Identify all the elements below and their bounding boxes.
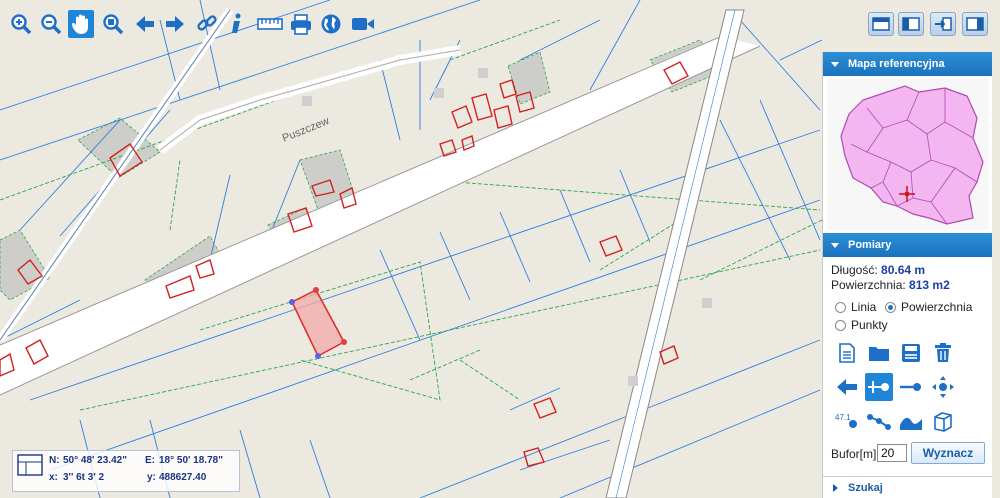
back-arrow-icon[interactable] — [132, 10, 158, 38]
zoom-in-icon[interactable] — [8, 10, 34, 38]
buffer-label: Bufor[m] — [831, 447, 877, 461]
cube-icon[interactable] — [929, 407, 957, 435]
move-icon[interactable] — [929, 373, 957, 401]
polyline-icon[interactable] — [865, 407, 893, 435]
document-icon[interactable] — [833, 339, 861, 367]
export-icon[interactable] — [930, 12, 956, 36]
length-readout: Długość: 80.64 m — [823, 263, 925, 278]
coordinate-system-icon[interactable] — [17, 454, 43, 476]
remove-point-icon[interactable] — [897, 373, 925, 401]
expand-triangle-icon — [833, 483, 838, 492]
mode-area-radio[interactable]: Powierzchnia — [885, 300, 972, 314]
x-label: x: — [49, 472, 58, 483]
profile-icon[interactable] — [897, 407, 925, 435]
folder-icon[interactable] — [865, 339, 893, 367]
layout-left-icon[interactable] — [898, 12, 924, 36]
reference-map-title: Mapa referencyjna — [848, 58, 945, 70]
reference-map[interactable] — [827, 78, 989, 230]
print-icon[interactable] — [288, 10, 314, 38]
radio-circle — [835, 319, 846, 331]
area-value: 813 m2 — [909, 278, 950, 292]
side-panel: Mapa referencyjna Pomiary Długość: 80.64… — [822, 52, 992, 498]
collapse-triangle-icon — [831, 242, 839, 248]
compute-button[interactable]: Wyznacz — [911, 442, 985, 464]
add-point-icon[interactable] — [865, 373, 893, 401]
ruler-icon[interactable] — [255, 10, 285, 38]
y-label: y: — [147, 472, 156, 483]
forward-arrow-icon[interactable] — [162, 10, 188, 38]
radio-circle — [835, 301, 846, 313]
zoom-out-icon[interactable] — [38, 10, 64, 38]
globe-icon[interactable] — [318, 10, 344, 38]
pan-hand-icon[interactable] — [68, 10, 94, 38]
camera-icon[interactable] — [350, 10, 376, 38]
search-title: Szukaj — [848, 481, 883, 494]
area-label: Powierzchnia: — [831, 278, 906, 292]
search-section-header[interactable]: Szukaj — [823, 476, 992, 498]
reference-map-header[interactable]: Mapa referencyjna — [823, 52, 992, 76]
coordinates-readout: N: 50° 48' 23.42" E: 18° 50' 18.78" x: 3… — [12, 450, 240, 492]
mode-line-label: Linia — [851, 300, 877, 314]
length-value: 80.64 m — [881, 263, 926, 277]
radio-circle-selected — [885, 301, 896, 313]
collapse-triangle-icon — [831, 61, 839, 67]
buffer-input[interactable]: 20 — [877, 444, 907, 462]
zoom-extent-icon[interactable] — [100, 10, 126, 38]
length-label: Długość: — [831, 263, 878, 277]
save-icon[interactable] — [897, 339, 925, 367]
mode-points-radio[interactable]: Punkty — [835, 318, 888, 332]
y-value: 488627.40 — [159, 472, 207, 483]
e-label: E: — [145, 455, 155, 466]
measure-header[interactable]: Pomiary — [823, 233, 992, 257]
trash-icon[interactable] — [929, 339, 957, 367]
label-point-icon[interactable]: 47.1 — [833, 407, 861, 435]
mode-points-label: Punkty — [851, 318, 888, 332]
mode-line-radio[interactable]: Linia — [835, 300, 876, 314]
info-icon[interactable] — [224, 10, 250, 38]
mode-area-label: Powierzchnia — [901, 300, 973, 314]
link-icon[interactable] — [194, 10, 220, 38]
svg-text:47.1: 47.1 — [835, 413, 851, 422]
n-label: N: — [49, 455, 60, 466]
n-value: 50° 48' 23.42" — [63, 455, 127, 466]
undo-arrow-icon[interactable] — [833, 373, 861, 401]
x-value: 3'' 6t 3' 2 — [63, 472, 105, 483]
layout-right-icon[interactable] — [962, 12, 988, 36]
layout-top-icon[interactable] — [868, 12, 894, 36]
e-value: 18° 50' 18.78" — [159, 455, 223, 466]
area-readout: Powierzchnia: 813 m2 — [823, 278, 950, 293]
measure-title: Pomiary — [848, 239, 892, 251]
